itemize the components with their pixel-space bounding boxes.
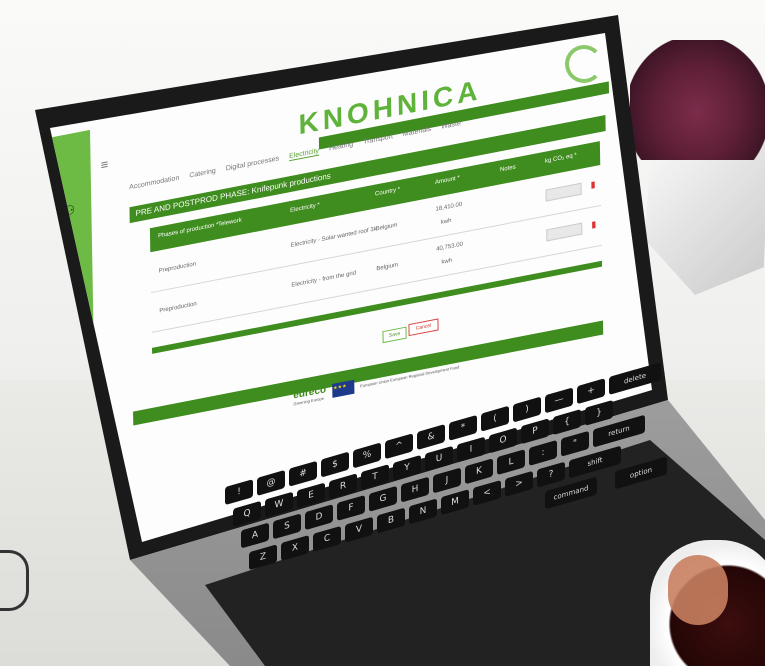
- menu-icon[interactable]: ≡: [101, 156, 109, 172]
- phase-select[interactable]: Preproduction: [159, 261, 196, 274]
- key[interactable]: ?: [537, 461, 565, 488]
- key[interactable]: M: [441, 489, 469, 516]
- key[interactable]: <: [473, 479, 501, 507]
- key[interactable]: :: [529, 439, 557, 466]
- key[interactable]: (: [481, 405, 509, 432]
- header-telework: Telework: [218, 217, 242, 229]
- key[interactable]: &: [417, 424, 445, 451]
- key[interactable]: Y: [393, 454, 421, 481]
- header-electricity: Electricity *: [290, 202, 320, 215]
- delete-icon[interactable]: ▮: [591, 219, 597, 230]
- key[interactable]: delete: [609, 362, 661, 396]
- amount-input[interactable]: 40,753.00: [436, 242, 463, 253]
- key[interactable]: ): [513, 396, 541, 423]
- key[interactable]: #: [289, 460, 317, 487]
- key[interactable]: !: [225, 479, 253, 506]
- key[interactable]: C: [313, 525, 341, 552]
- key[interactable]: H: [401, 476, 429, 503]
- delete-icon[interactable]: ▮: [590, 179, 597, 190]
- key[interactable]: G: [369, 485, 397, 512]
- key[interactable]: }: [585, 399, 613, 426]
- header-amount: Amount *: [434, 175, 460, 187]
- header-notes: Notes: [499, 164, 516, 174]
- header-country: Country *: [374, 186, 401, 198]
- co2-field: [545, 182, 582, 202]
- key[interactable]: Z: [249, 544, 277, 571]
- corner-logo-icon: [565, 45, 603, 83]
- electricity-select[interactable]: Electricity - from the grid: [291, 270, 356, 289]
- key[interactable]: L: [497, 449, 525, 476]
- key[interactable]: N: [409, 498, 437, 525]
- key[interactable]: A: [241, 522, 269, 549]
- tab-accommodation[interactable]: Accommodation: [129, 175, 179, 193]
- key[interactable]: P: [521, 418, 549, 445]
- header-phases: Phases of production *: [158, 221, 219, 240]
- photo-scene: ⚇ ▤ ◍ ⚙ ▮ ● ≡ KNOHNICA Accommodation Cat…: [0, 0, 765, 666]
- amount-unit: kwh: [441, 257, 453, 266]
- key[interactable]: R: [329, 473, 357, 500]
- eu-flag-icon: [332, 379, 355, 398]
- key[interactable]: E: [297, 482, 325, 509]
- amount-unit: kwh: [440, 217, 452, 226]
- trash-icon[interactable]: ▮: [65, 362, 79, 379]
- country-select[interactable]: Belgium: [376, 262, 398, 272]
- header-co2: kg CO₂ eq *: [544, 152, 577, 165]
- key[interactable]: *: [449, 414, 477, 441]
- key[interactable]: K: [465, 458, 493, 485]
- key[interactable]: I: [457, 436, 485, 463]
- key[interactable]: O: [489, 427, 517, 454]
- key[interactable]: X: [281, 535, 309, 562]
- tab-catering[interactable]: Catering: [189, 168, 216, 181]
- key[interactable]: +: [577, 378, 605, 405]
- cancel-button[interactable]: Cancel: [408, 318, 439, 337]
- gear-icon[interactable]: ⚙: [64, 321, 78, 339]
- tab-electricity[interactable]: Electricity: [289, 147, 320, 162]
- key[interactable]: V: [345, 516, 373, 543]
- key[interactable]: U: [425, 445, 453, 472]
- key[interactable]: J: [433, 467, 461, 494]
- key[interactable]: S: [273, 513, 301, 540]
- phase-select[interactable]: Preproduction: [159, 301, 196, 314]
- key[interactable]: T: [361, 464, 389, 491]
- key[interactable]: ^: [385, 433, 413, 460]
- co2-field: [546, 222, 583, 242]
- key[interactable]: >: [505, 470, 533, 497]
- tab-digital-processes[interactable]: Digital processes: [226, 155, 279, 173]
- save-button[interactable]: Save: [382, 326, 407, 344]
- hand: [668, 555, 728, 625]
- key[interactable]: D: [305, 504, 333, 531]
- key[interactable]: Q: [233, 500, 261, 527]
- key[interactable]: {: [553, 409, 581, 436]
- key[interactable]: @: [257, 469, 285, 496]
- country-select[interactable]: Belgium: [376, 222, 398, 232]
- laptop: ⚇ ▤ ◍ ⚙ ▮ ● ≡ KNOHNICA Accommodation Cat…: [0, 0, 765, 666]
- amount-input[interactable]: 18,410.00: [435, 202, 462, 213]
- user-icon[interactable]: ●: [66, 406, 80, 424]
- key[interactable]: B: [377, 507, 405, 534]
- key[interactable]: W: [265, 491, 293, 518]
- electricity-select[interactable]: Electricity - Solar wanted roof 3k: [291, 226, 377, 249]
- key[interactable]: —: [545, 387, 573, 414]
- key[interactable]: $: [321, 451, 349, 478]
- key[interactable]: option: [615, 456, 667, 490]
- key[interactable]: F: [337, 494, 365, 522]
- key[interactable]: %: [353, 442, 381, 469]
- key[interactable]: ": [561, 430, 589, 457]
